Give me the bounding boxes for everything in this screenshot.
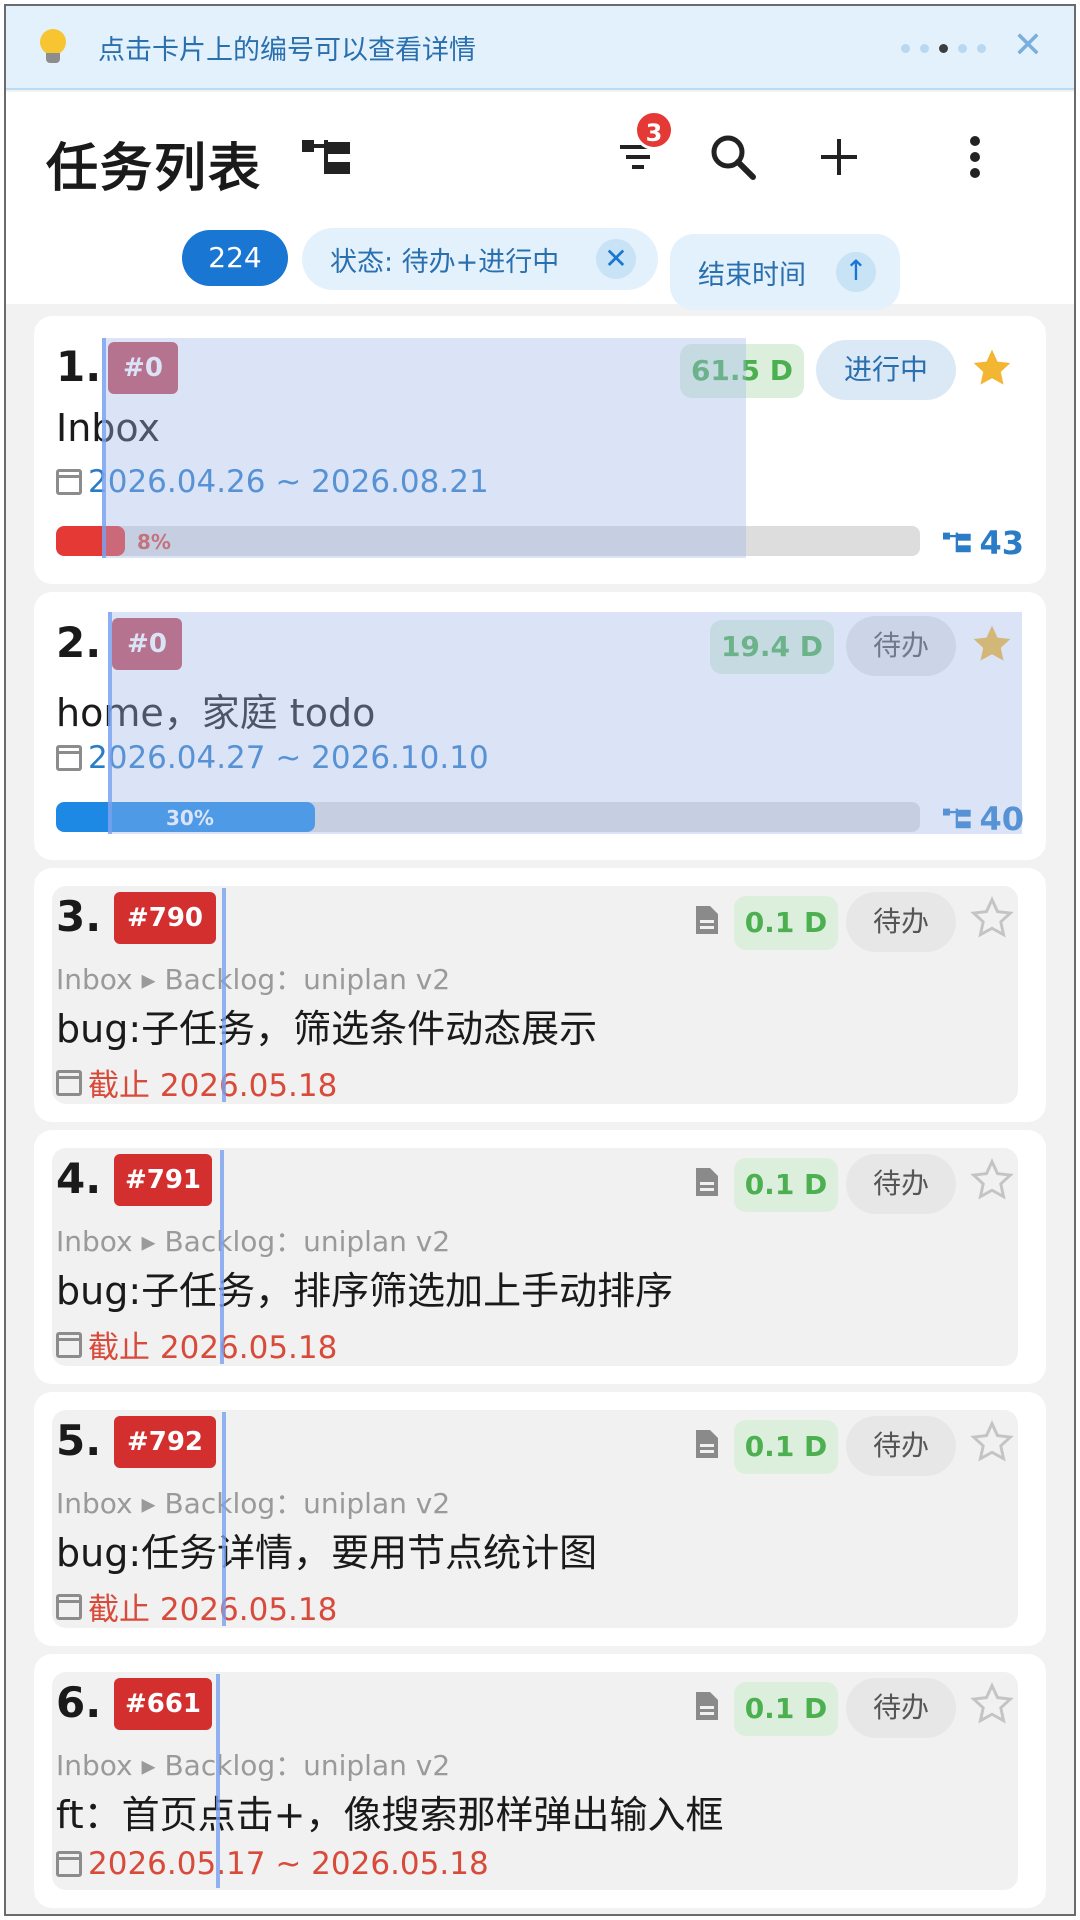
tip-banner[interactable]: 点击卡片上的编号可以查看详情 ✕ xyxy=(6,6,1074,90)
tree-view-icon[interactable] xyxy=(302,136,354,180)
task-title: bug:任务详情，要用节点统计图 xyxy=(56,1531,598,1575)
calendar-icon xyxy=(56,1069,82,1096)
task-number: 1. xyxy=(56,342,102,391)
subtask-tree-icon xyxy=(943,532,972,553)
app-frame: 点击卡片上的编号可以查看详情 ✕ 任务列表 3 224 状态: 待办+进行中 ✕… xyxy=(4,4,1076,1916)
task-title: bug:子任务，筛选条件动态展示 xyxy=(56,1007,598,1051)
status-filter-label: 状态: 待办+进行中 xyxy=(330,246,560,278)
calendar-icon xyxy=(56,745,82,771)
task-title: ft：首页点击+，像搜索那样弹出输入框 xyxy=(56,1793,724,1837)
plus-icon xyxy=(821,139,857,175)
task-number: 5. xyxy=(56,1416,102,1465)
task-number: 3. xyxy=(56,892,102,941)
task-due-date: 截止 2026.05.18 xyxy=(56,1060,337,1105)
sort-label: 结束时间 xyxy=(698,259,806,291)
tip-pager-dots xyxy=(901,44,986,53)
search-icon xyxy=(711,135,756,180)
arrow-up-icon[interactable]: ↑ xyxy=(836,252,876,292)
status-badge[interactable]: 待办 xyxy=(846,1678,956,1738)
task-card[interactable]: 5. #792 0.1 D 待办 Inbox ▸ Backlog：uniplan… xyxy=(34,1392,1046,1646)
filter-count-badge: 3 xyxy=(634,110,674,150)
task-card[interactable]: 1. #0 61.5 D 进行中 Inbox 2026.04.26 ~ 2026… xyxy=(34,316,1046,584)
more-vert-icon xyxy=(970,136,980,178)
task-id-badge[interactable]: #661 xyxy=(114,1678,212,1730)
task-number: 2. xyxy=(56,618,102,667)
task-breadcrumb: Inbox ▸ Backlog：uniplan v2 xyxy=(56,1225,451,1258)
document-icon xyxy=(696,1692,718,1720)
selection-overlay xyxy=(108,612,1022,834)
duration-badge: 0.1 D xyxy=(734,1682,838,1736)
task-number: 6. xyxy=(56,1678,102,1727)
task-id-badge[interactable]: #791 xyxy=(114,1154,212,1206)
document-icon xyxy=(696,906,718,934)
more-button[interactable] xyxy=(940,122,1010,192)
drag-guide-line xyxy=(216,1674,220,1888)
page-title: 任务列表 xyxy=(46,139,263,199)
task-id-badge[interactable]: #790 xyxy=(114,892,216,944)
search-button[interactable] xyxy=(698,122,768,192)
close-icon[interactable]: ✕ xyxy=(1010,28,1046,64)
task-number: 4. xyxy=(56,1154,102,1203)
task-date-range: 2026.05.17 ~ 2026.05.18 xyxy=(56,1846,489,1882)
task-card[interactable]: 2. #0 19.4 D 待办 home，家庭 todo 2026.04.27 … xyxy=(34,592,1046,860)
status-badge[interactable]: 待办 xyxy=(846,892,956,952)
star-outline-icon[interactable] xyxy=(970,1420,1014,1464)
drag-guide-line xyxy=(222,888,226,1102)
clear-filter-icon[interactable]: ✕ xyxy=(596,239,636,279)
tip-text: 点击卡片上的编号可以查看详情 xyxy=(98,34,476,66)
star-outline-icon[interactable] xyxy=(970,1682,1014,1726)
task-title: bug:子任务，排序筛选加上手动排序 xyxy=(56,1269,674,1313)
sort-chip[interactable]: 结束时间 ↑ xyxy=(670,234,900,310)
task-card[interactable]: 3. #790 0.1 D 待办 Inbox ▸ Backlog：uniplan… xyxy=(34,868,1046,1122)
status-badge[interactable]: 待办 xyxy=(846,1416,956,1476)
drag-guide-line xyxy=(220,1150,224,1364)
document-icon xyxy=(696,1168,718,1196)
star-filled-icon[interactable] xyxy=(970,346,1014,390)
task-date-text: 截止 2026.05.18 xyxy=(88,1068,338,1104)
subtask-count-text: 43 xyxy=(979,524,1024,562)
filter-chip-row: 224 状态: 待办+进行中 ✕ 结束时间 ↑ xyxy=(6,220,1074,310)
calendar-icon xyxy=(56,1851,82,1877)
app-header: 任务列表 3 224 状态: 待办+进行中 ✕ 结束时间 ↑ xyxy=(6,92,1074,310)
status-badge[interactable]: 待办 xyxy=(846,1154,956,1214)
add-button[interactable] xyxy=(804,122,874,192)
calendar-icon xyxy=(56,1593,82,1620)
document-icon xyxy=(696,1430,718,1458)
duration-badge: 0.1 D xyxy=(734,1420,838,1474)
drag-guide-line xyxy=(222,1412,226,1626)
task-count-chip: 224 xyxy=(182,230,288,286)
task-breadcrumb: Inbox ▸ Backlog：uniplan v2 xyxy=(56,1487,451,1520)
task-breadcrumb: Inbox ▸ Backlog：uniplan v2 xyxy=(56,963,451,996)
star-outline-icon[interactable] xyxy=(970,1158,1014,1202)
calendar-icon xyxy=(56,469,82,495)
status-filter-chip[interactable]: 状态: 待办+进行中 ✕ xyxy=(302,228,658,290)
calendar-icon xyxy=(56,1331,82,1358)
status-badge[interactable]: 进行中 xyxy=(816,340,956,400)
duration-badge: 0.1 D xyxy=(734,1158,838,1212)
task-card[interactable]: 4. #791 0.1 D 待办 Inbox ▸ Backlog：uniplan… xyxy=(34,1130,1046,1384)
lightbulb-icon xyxy=(36,27,70,67)
subtask-count[interactable]: 43 xyxy=(943,524,1024,562)
star-outline-icon[interactable] xyxy=(970,896,1014,940)
task-date-text: 截止 2026.05.18 xyxy=(88,1330,338,1366)
task-id-badge[interactable]: #792 xyxy=(114,1416,216,1468)
task-breadcrumb: Inbox ▸ Backlog：uniplan v2 xyxy=(56,1749,451,1782)
task-date-text: 截止 2026.05.18 xyxy=(88,1592,338,1628)
task-due-date: 截止 2026.05.18 xyxy=(56,1322,337,1367)
task-date-text: 2026.05.17 ~ 2026.05.18 xyxy=(88,1846,489,1882)
duration-badge: 0.1 D xyxy=(734,896,838,950)
selection-overlay xyxy=(102,338,746,558)
task-due-date: 截止 2026.05.18 xyxy=(56,1584,337,1629)
task-card[interactable]: 6. #661 0.1 D 待办 Inbox ▸ Backlog：uniplan… xyxy=(34,1654,1046,1908)
